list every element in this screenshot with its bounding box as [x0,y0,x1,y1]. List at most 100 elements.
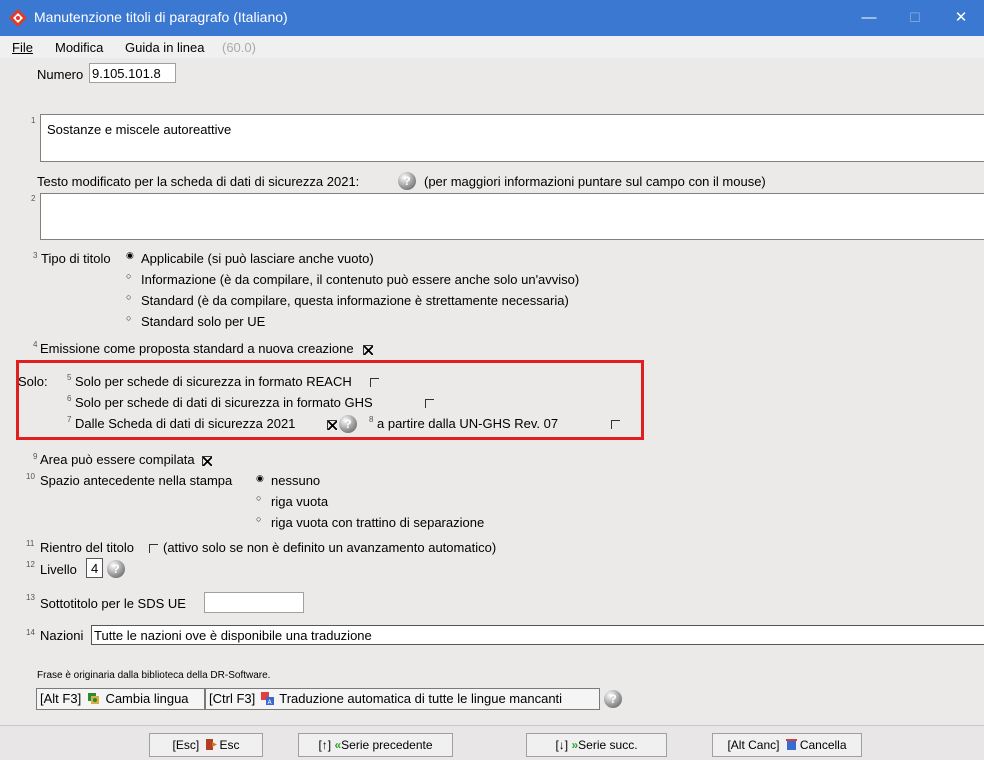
exit-door-icon [205,739,217,750]
sds2021-checkbox[interactable] [327,420,337,430]
tipo-option-label: Standard (è da compilare, questa informa… [141,293,569,308]
tipo-label: Tipo di titolo [41,251,111,266]
delete-button[interactable]: [Alt Canc] Cancella [712,733,862,757]
livello-input[interactable]: 4 [86,558,103,578]
radio-standard-ue[interactable]: ○ [126,314,135,323]
area-label: Area può essere compilata [40,452,195,467]
field-number: 12 [26,560,35,569]
tipo-option-label: Applicabile (si può lasciare anche vuoto… [141,251,374,266]
esc-key: [Esc] [172,738,200,752]
help-icon[interactable]: ? [339,415,357,433]
traduzione-key: [Ctrl F3] [209,691,256,706]
menu-bar: File Modifica Guida in linea (60.0) [0,36,984,58]
trash-icon [785,739,797,750]
radio-riga-vuota[interactable]: ○ [256,494,265,503]
sottotitolo-input[interactable] [204,592,304,613]
menu-file[interactable]: File [12,40,33,55]
nazioni-field[interactable]: Tutte le nazioni ove è disponibile una t… [91,625,984,645]
spazio-label: Spazio antecedente nella stampa [40,473,233,488]
sottotitolo-label: Sottotitolo per le SDS UE [40,596,186,611]
nazioni-label: Nazioni [40,628,84,643]
radio-applicabile[interactable]: ◉ [126,251,135,260]
radio-standard[interactable]: ○ [126,293,135,302]
numero-label: Numero [37,67,84,82]
delete-key: [Alt Canc] [727,738,780,752]
field-number: 14 [26,628,35,637]
unghs-label: a partire dalla UN-GHS Rev. 07 [377,416,559,431]
rientro-checkbox[interactable] [149,544,158,553]
field-number: 11 [26,539,35,548]
previous-series-button[interactable]: [↑] «Serie precedente [298,733,453,757]
window-title: Manutenzione titoli di paragrafo (Italia… [34,9,288,25]
solo-label: Solo: [18,374,48,389]
area-checkbox[interactable] [202,456,212,466]
ghs-checkbox[interactable] [425,399,434,408]
unghs-checkbox[interactable] [611,420,620,429]
close-button[interactable]: ✕ [938,0,984,36]
minimize-button[interactable]: — [846,0,892,36]
field-number: 10 [26,472,35,481]
testo-modificato-label: Testo modificato per la scheda di dati d… [37,174,360,189]
livello-value: 4 [91,561,99,576]
prev-key: [↑] [318,738,332,752]
prev-label: Serie precedente [341,738,433,752]
app-logo-icon [9,9,27,27]
nazioni-value: Tutte le nazioni ove è disponibile una t… [94,628,372,643]
spazio-option-label: nessuno [271,473,321,488]
testo-modificato-field[interactable] [40,193,984,240]
menu-file-label: File [12,40,33,55]
tipo-option-label: Informazione (è da compilare, il contenu… [141,272,580,287]
maximize-button[interactable]: ☐ [892,0,938,36]
translate-icon: A [260,692,274,705]
field-number: 4 [33,340,38,349]
tipo-option-label: Standard solo per UE [141,314,266,329]
radio-riga-trattino[interactable]: ○ [256,515,265,524]
title-text-value: Sostanze e miscele autoreattive [47,122,232,137]
rientro-label: Rientro del titolo [40,540,134,555]
next-series-button[interactable]: [↓] »Serie succ. [526,733,667,757]
help-icon[interactable]: ? [604,690,622,708]
field-number: 7 [67,415,72,424]
emissione-label: Emissione come proposta standard a nuova… [40,341,354,356]
spazio-option-label: riga vuota con trattino di separazione [271,515,485,530]
title-text-field[interactable]: Sostanze e miscele autoreattive [40,114,984,162]
field-number: 2 [31,194,36,203]
version-label: (60.0) [222,40,256,55]
menu-guida[interactable]: Guida in linea [125,40,205,55]
ghs-label: Solo per schede di dati di sicurezza in … [75,395,373,410]
esc-button[interactable]: [Esc] Esc [149,733,263,757]
testo-modificato-hint: (per maggiori informazioni puntare sul c… [424,174,766,189]
sds2021-label: Dalle Scheda di dati di sicurezza 2021 [75,416,296,431]
livello-label: Livello [40,562,77,577]
reach-checkbox[interactable] [370,378,379,387]
radio-informazione[interactable]: ○ [126,272,135,281]
field-number: 6 [67,394,72,403]
field-number: 8 [369,415,374,424]
traduzione-button[interactable]: [Ctrl F3] A Traduzione automatica di tut… [205,688,600,710]
help-icon[interactable]: ? [398,172,416,190]
numero-value: 9.105.101.8 [92,66,161,81]
emissione-checkbox[interactable] [363,345,373,355]
language-icon [87,693,99,704]
cambia-lingua-button[interactable]: [Alt F3] Cambia lingua [36,688,205,710]
field-number: 13 [26,593,35,602]
help-icon[interactable]: ? [107,560,125,578]
next-label: Serie succ. [578,738,638,752]
rientro-hint: (attivo solo se non è definito un avanza… [163,540,497,555]
cambia-lingua-key: [Alt F3] [40,691,82,706]
field-number: 3 [33,251,38,260]
reach-label: Solo per schede di sicurezza in formato … [75,374,352,389]
menu-modifica-label: Modifica [55,40,104,55]
esc-label: Esc [219,738,240,752]
radio-nessuno[interactable]: ◉ [256,474,265,483]
field-number: 9 [33,452,38,461]
menu-modifica[interactable]: Modifica [55,40,103,55]
next-key: [↓] [555,738,569,752]
field-number: 1 [31,116,36,125]
spazio-option-label: riga vuota [271,494,329,509]
title-bar: Manutenzione titoli di paragrafo (Italia… [0,0,984,36]
traduzione-label: Traduzione automatica di tutte le lingue… [279,691,563,706]
field-number: 5 [67,373,72,382]
cambia-lingua-label: Cambia lingua [105,691,189,706]
numero-input[interactable]: 9.105.101.8 [89,63,176,83]
